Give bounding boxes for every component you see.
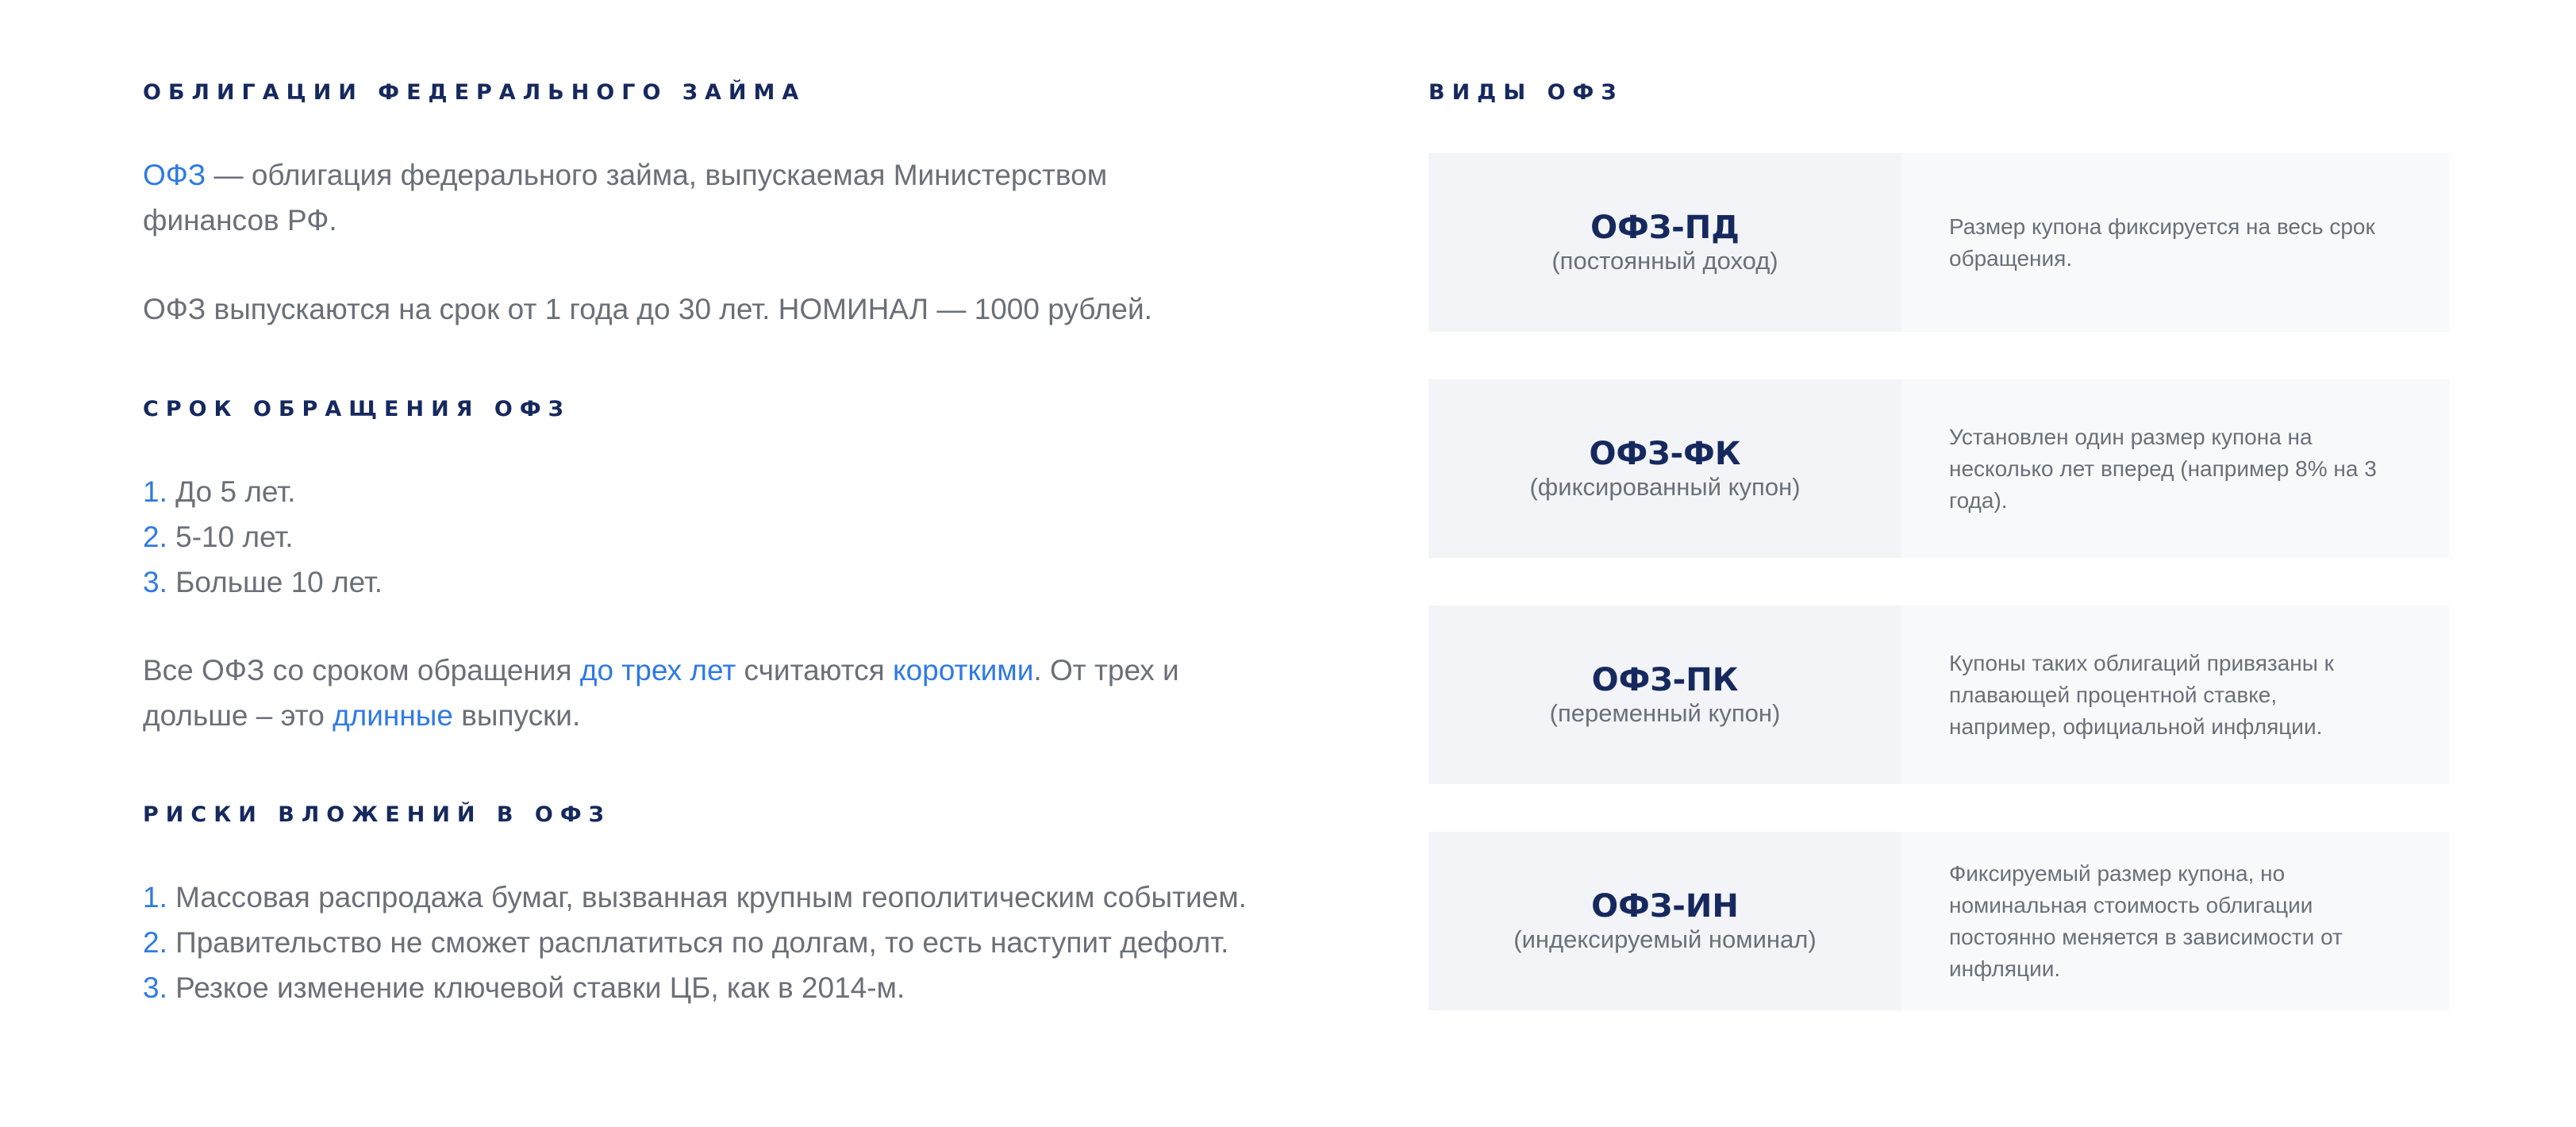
card-description: Купоны таких облигаций привязаны к плава… — [1949, 650, 2334, 739]
text-fragment: Все ОФЗ со сроком обращения — [143, 654, 580, 687]
ofz-definition-text: — облигация федерального займа, выпускае… — [143, 159, 1108, 237]
ofz-type-card: ОФЗ-ПК (переменный купон) Купоны таких о… — [1428, 606, 2449, 784]
card-name: ОФЗ-ПД — [1590, 209, 1740, 246]
list-text: Правительство не сможет расплатиться по … — [167, 926, 1229, 959]
list-text: До 5 лет. — [167, 475, 296, 508]
list-number: 3. — [143, 566, 167, 598]
text-fragment: считаются — [736, 654, 893, 687]
list-item: 2. Правительство не сможет расплатиться … — [143, 920, 1254, 965]
card-body: Фиксируемый размер купона, но номинальна… — [1901, 832, 2449, 1010]
short-long-explanation: Все ОФЗ со сроком обращения до трех лет … — [143, 648, 1222, 738]
ofz-type-card: ОФЗ-ИН (индексируемый номинал) Фиксируем… — [1428, 832, 2449, 1010]
card-subtitle: (постоянный доход) — [1551, 246, 1778, 275]
list-item: 3. Резкое изменение ключевой ставки ЦБ, … — [143, 965, 1254, 1010]
list-number: 2. — [143, 926, 167, 959]
section-title-risks: РИСКИ ВЛОЖЕНИЙ В ОФЗ — [143, 802, 611, 827]
card-header: ОФЗ-ПД (постоянный доход) — [1428, 153, 1901, 332]
section-title-types: ВИДЫ ОФЗ — [1428, 80, 1624, 105]
highlight-long: длинные — [333, 699, 453, 732]
card-description: Размер купона фиксируется на весь срок о… — [1949, 213, 2375, 271]
list-number: 1. — [143, 881, 167, 914]
card-name: ОФЗ-ПК — [1591, 661, 1739, 698]
risks-list: 1. Массовая распродажа бумаг, вызванная … — [143, 875, 1254, 1010]
card-header: ОФЗ-ИН (индексируемый номинал) — [1428, 832, 1901, 1010]
list-item: 1. До 5 лет. — [143, 469, 1222, 514]
list-item: 2. 5-10 лет. — [143, 514, 1222, 560]
text-fragment: выпуски. — [452, 699, 581, 732]
list-text: Резкое изменение ключевой ставки ЦБ, как… — [167, 971, 905, 1004]
card-name: ОФЗ-ИН — [1591, 887, 1739, 925]
list-text: Массовая распродажа бумаг, вызванная кру… — [167, 881, 1247, 914]
card-body: Купоны таких облигаций привязаны к плава… — [1901, 606, 2449, 784]
list-number: 3. — [143, 971, 167, 1004]
list-number: 1. — [143, 475, 167, 508]
card-subtitle: (фиксированный купон) — [1529, 472, 1801, 501]
card-body: Установлен один размер купона на несколь… — [1901, 379, 2449, 558]
ofz-definition: ОФЗ — облигация федерального займа, выпу… — [143, 152, 1175, 243]
list-text: 5-10 лет. — [167, 521, 294, 553]
card-subtitle: (индексируемый номинал) — [1513, 925, 1817, 953]
ofz-type-card: ОФЗ-ПД (постоянный доход) Размер купона … — [1428, 153, 2449, 332]
list-text: Больше 10 лет. — [167, 566, 383, 598]
card-description: Фиксируемый размер купона, но номинальна… — [1949, 860, 2343, 981]
card-header: ОФЗ-ПК (переменный купон) — [1428, 606, 1901, 784]
highlight-short-term: до трех лет — [579, 654, 736, 687]
card-name: ОФЗ-ФК — [1589, 435, 1741, 472]
ofz-term-nominal: ОФЗ выпускаются на срок от 1 года до 30 … — [143, 293, 1152, 325]
card-header: ОФЗ-ФК (фиксированный купон) — [1428, 379, 1901, 558]
ofz-type-card: ОФЗ-ФК (фиксированный купон) Установлен … — [1428, 379, 2449, 558]
card-body: Размер купона фиксируется на весь срок о… — [1901, 153, 2449, 332]
list-number: 2. — [143, 521, 167, 553]
ofz-term: ОФЗ — [143, 159, 206, 191]
section-title-terms: СРОК ОБРАЩЕНИЯ ОФЗ — [143, 397, 571, 421]
section-title-ofz: ОБЛИГАЦИИ ФЕДЕРАЛЬНОГО ЗАЙМА — [143, 80, 806, 105]
card-subtitle: (переменный купон) — [1549, 698, 1781, 727]
list-item: 1. Массовая распродажа бумаг, вызванная … — [143, 875, 1254, 920]
list-item: 3. Больше 10 лет. — [143, 560, 1222, 605]
card-description: Установлен один размер купона на несколь… — [1949, 424, 2377, 513]
terms-list: 1. До 5 лет. 2. 5-10 лет. 3. Больше 10 л… — [143, 469, 1222, 605]
highlight-short: короткими — [892, 654, 1034, 687]
